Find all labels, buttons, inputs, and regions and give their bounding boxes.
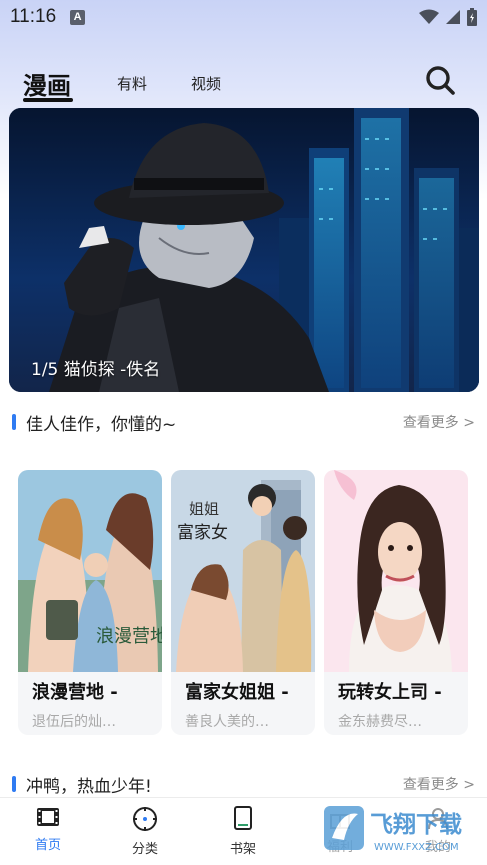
- comic-title: 浪漫营地 -: [32, 682, 118, 703]
- wifi-icon: [419, 9, 439, 24]
- section-accent-bar: [12, 776, 16, 792]
- section-header-2: 冲鸭，热血少年! 查看更多 >: [12, 772, 477, 797]
- active-tab-indicator: [23, 98, 73, 102]
- comic-title: 玩转女上司 -: [338, 682, 442, 703]
- status-bar: 11:16 A: [0, 0, 487, 34]
- watermark-text: 飞翔下载: [370, 811, 462, 838]
- tab-youliao[interactable]: 有料: [117, 73, 147, 94]
- nav-label: 首页: [34, 838, 61, 853]
- comic-cover: 浪漫营地: [18, 470, 162, 672]
- status-time: 11:16: [10, 6, 57, 27]
- comic-cover: 姐姐 富家女: [171, 470, 315, 672]
- nav-label: 分类: [131, 842, 158, 857]
- compass-icon: [133, 807, 157, 831]
- comic-subtitle: 善良人美的…: [185, 714, 269, 730]
- section-title: 冲鸭，热血少年!: [26, 776, 152, 797]
- battery-icon: [467, 8, 477, 26]
- see-more-link[interactable]: 查看更多 >: [403, 774, 477, 794]
- status-icons: [419, 8, 477, 26]
- watermark-domain: WWW.FXXZ.COM: [374, 842, 459, 853]
- nav-home[interactable]: 首页: [18, 806, 78, 862]
- cover-text-1: 姐姐: [189, 500, 219, 518]
- tab-shipin[interactable]: 视频: [191, 73, 221, 94]
- tab-manhua[interactable]: 漫画: [23, 66, 71, 101]
- comic-card[interactable]: 玩转女上司 - 金东赫费尽…: [324, 470, 468, 735]
- section-title: 佳人佳作，你懂的~: [26, 414, 177, 435]
- comic-card[interactable]: 浪漫营地 浪漫营地 - 退伍后的灿…: [18, 470, 162, 735]
- comic-subtitle: 金东赫费尽…: [338, 714, 422, 730]
- nav-label: 书架: [229, 842, 256, 857]
- section-accent-bar: [12, 414, 16, 430]
- bookshelf-icon: [234, 806, 252, 830]
- section-header-1: 佳人佳作，你懂的~ 查看更多 >: [12, 410, 477, 435]
- film-icon: [37, 808, 59, 826]
- see-more-link[interactable]: 查看更多 >: [403, 412, 477, 432]
- banner-artwork: [9, 108, 479, 392]
- comic-cover: [324, 470, 468, 672]
- notification-badge: A: [70, 9, 86, 25]
- banner-carousel[interactable]: 1/5 猫侦探 -佚名: [9, 108, 479, 392]
- comic-card[interactable]: 姐姐 富家女 富家女姐姐 - 善良人美的…: [171, 470, 315, 735]
- banner-caption: 1/5 猫侦探 -佚名: [31, 360, 161, 380]
- watermark-logo: 飞翔下载 WWW.FXXZ.COM: [322, 800, 482, 860]
- cover-text: 浪漫营地: [96, 626, 162, 647]
- comic-title: 富家女姐姐 -: [185, 682, 289, 703]
- nav-category[interactable]: 分类: [115, 806, 175, 862]
- cover-text-2: 富家女: [177, 523, 228, 543]
- nav-bookshelf[interactable]: 书架: [213, 806, 273, 862]
- signal-icon: [446, 10, 460, 24]
- top-tabs: 漫画 有料 视频: [0, 56, 487, 106]
- search-icon[interactable]: [424, 64, 456, 96]
- comic-subtitle: 退伍后的灿…: [32, 714, 116, 730]
